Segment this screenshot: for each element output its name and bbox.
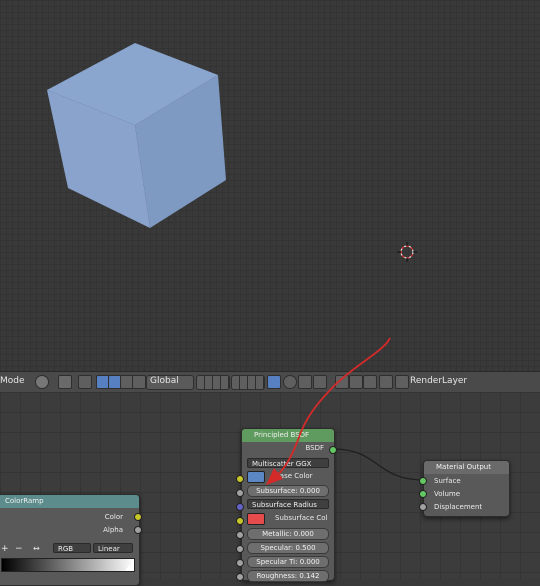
metallic-field[interactable]: Metallic: 0.000 xyxy=(247,528,329,540)
viewport-header: Mode Global RenderLayer xyxy=(0,371,540,393)
lock-layers-icon[interactable] xyxy=(267,375,281,389)
add-stop-button[interactable]: + xyxy=(1,544,9,554)
scale-icon[interactable] xyxy=(132,375,146,389)
volume-input-socket[interactable] xyxy=(419,490,427,498)
flip-ramp-button[interactable]: ↔ xyxy=(33,544,40,553)
specular-label: Specular: xyxy=(260,544,294,552)
shading-icon[interactable] xyxy=(35,375,49,389)
color-output-label: Color xyxy=(104,513,123,521)
subsurface-method-dropdown[interactable]: Subsurface Radius xyxy=(247,499,329,509)
magnet-icon[interactable] xyxy=(335,375,349,389)
base-color-swatch[interactable] xyxy=(247,471,265,483)
color-ramp-bar[interactable] xyxy=(1,558,135,572)
material-output-node[interactable]: Material Output Surface Volume Displacem… xyxy=(423,460,510,517)
material-output-header[interactable]: Material Output xyxy=(424,461,509,474)
subsurface-color-socket[interactable] xyxy=(236,517,244,525)
specular-field[interactable]: Specular: 0.500 xyxy=(247,542,329,554)
principled-bsdf-node[interactable]: Principled BSDF BSDF Multiscatter GGX Ba… xyxy=(241,428,335,582)
surface-input-socket[interactable] xyxy=(419,477,427,485)
displacement-input-socket[interactable] xyxy=(419,503,427,511)
volume-label: Volume xyxy=(434,490,461,498)
collapse-icon[interactable] xyxy=(428,465,434,469)
subsurface-method-value: Subsurface Radius xyxy=(252,501,317,509)
roughness-field[interactable]: Roughness: 0.142 xyxy=(247,570,329,582)
subsurface-color-label: Subsurface Col xyxy=(275,514,328,522)
alpha-output-socket[interactable] xyxy=(134,526,142,534)
orientation-label: Global xyxy=(150,376,179,386)
subsurface-field[interactable]: Subsurface: 0.000 xyxy=(247,485,329,497)
layers-grid-b[interactable] xyxy=(231,375,265,390)
metallic-value: 0.000 xyxy=(293,530,314,538)
ramp-stop-marker[interactable] xyxy=(125,565,133,571)
subsurface-socket[interactable] xyxy=(236,489,244,497)
layers-grid-a[interactable] xyxy=(196,375,230,390)
subsurface-color-swatch[interactable] xyxy=(247,513,265,525)
render-layer-label[interactable]: RenderLayer xyxy=(410,376,467,386)
color-mode-dropdown[interactable]: RGB xyxy=(53,543,91,553)
render-layer-icon[interactable] xyxy=(395,375,409,389)
3d-cursor-icon xyxy=(397,242,417,262)
bsdf-output-socket[interactable] xyxy=(329,446,337,454)
specular-value: 0.500 xyxy=(295,544,316,552)
specular-tint-field[interactable]: Specular Ti: 0.000 xyxy=(247,556,329,568)
metallic-socket[interactable] xyxy=(236,531,244,539)
displacement-label: Displacement xyxy=(434,503,483,511)
color-output-socket[interactable] xyxy=(134,513,142,521)
subsurface-value: 0.000 xyxy=(299,487,320,495)
specular-tint-value: 0.000 xyxy=(299,558,320,566)
snap-element-icon[interactable] xyxy=(313,375,327,389)
bsdf-to-surface-link xyxy=(332,448,425,481)
pause-icon[interactable] xyxy=(379,375,393,389)
surface-label: Surface xyxy=(434,477,461,485)
viewport-canvas xyxy=(47,43,417,262)
collapse-icon[interactable] xyxy=(246,433,252,437)
subsurface-label: Subsurface: xyxy=(256,487,298,495)
metallic-label: Metallic: xyxy=(262,530,292,538)
interpolation-value: Linear xyxy=(98,545,120,553)
snap-target-icon[interactable] xyxy=(349,375,363,389)
base-color-label: Base Color xyxy=(275,472,313,480)
principled-bsdf-title: Principled BSDF xyxy=(254,431,310,439)
alpha-output-label: Alpha xyxy=(103,526,123,534)
specular-tint-socket[interactable] xyxy=(236,559,244,567)
colorramp-header[interactable]: ColorRamp xyxy=(0,495,139,508)
distribution-value: Multiscatter GGX xyxy=(252,460,312,468)
3d-viewport[interactable] xyxy=(0,0,540,371)
subsurface-radius-socket[interactable] xyxy=(236,503,244,511)
node-editor[interactable]: Principled BSDF BSDF Multiscatter GGX Ba… xyxy=(0,392,540,586)
remove-stop-button[interactable]: − xyxy=(15,544,23,554)
principled-bsdf-header[interactable]: Principled BSDF xyxy=(242,429,334,442)
base-color-socket[interactable] xyxy=(236,475,244,483)
pivot-icon[interactable] xyxy=(58,375,72,389)
proportional-edit-icon[interactable] xyxy=(298,375,312,389)
roughness-socket[interactable] xyxy=(236,573,244,581)
distribution-dropdown[interactable]: Multiscatter GGX xyxy=(247,458,329,468)
color-mode-value: RGB xyxy=(58,545,74,553)
mode-dropdown[interactable]: Mode xyxy=(0,376,25,386)
material-output-title: Material Output xyxy=(436,463,491,471)
specular-socket[interactable] xyxy=(236,545,244,553)
interpolation-dropdown[interactable]: Linear xyxy=(93,543,133,553)
colorramp-title: ColorRamp xyxy=(5,497,44,505)
bsdf-output-label: BSDF xyxy=(305,444,324,452)
render-preview-icon[interactable] xyxy=(283,375,297,389)
colorramp-node[interactable]: ColorRamp Color Alpha + − ↔ RGB Linear xyxy=(0,494,140,586)
specular-tint-label: Specular Ti: xyxy=(256,558,298,566)
opengl-render-icon[interactable] xyxy=(363,375,377,389)
snap-icon[interactable] xyxy=(78,375,92,389)
